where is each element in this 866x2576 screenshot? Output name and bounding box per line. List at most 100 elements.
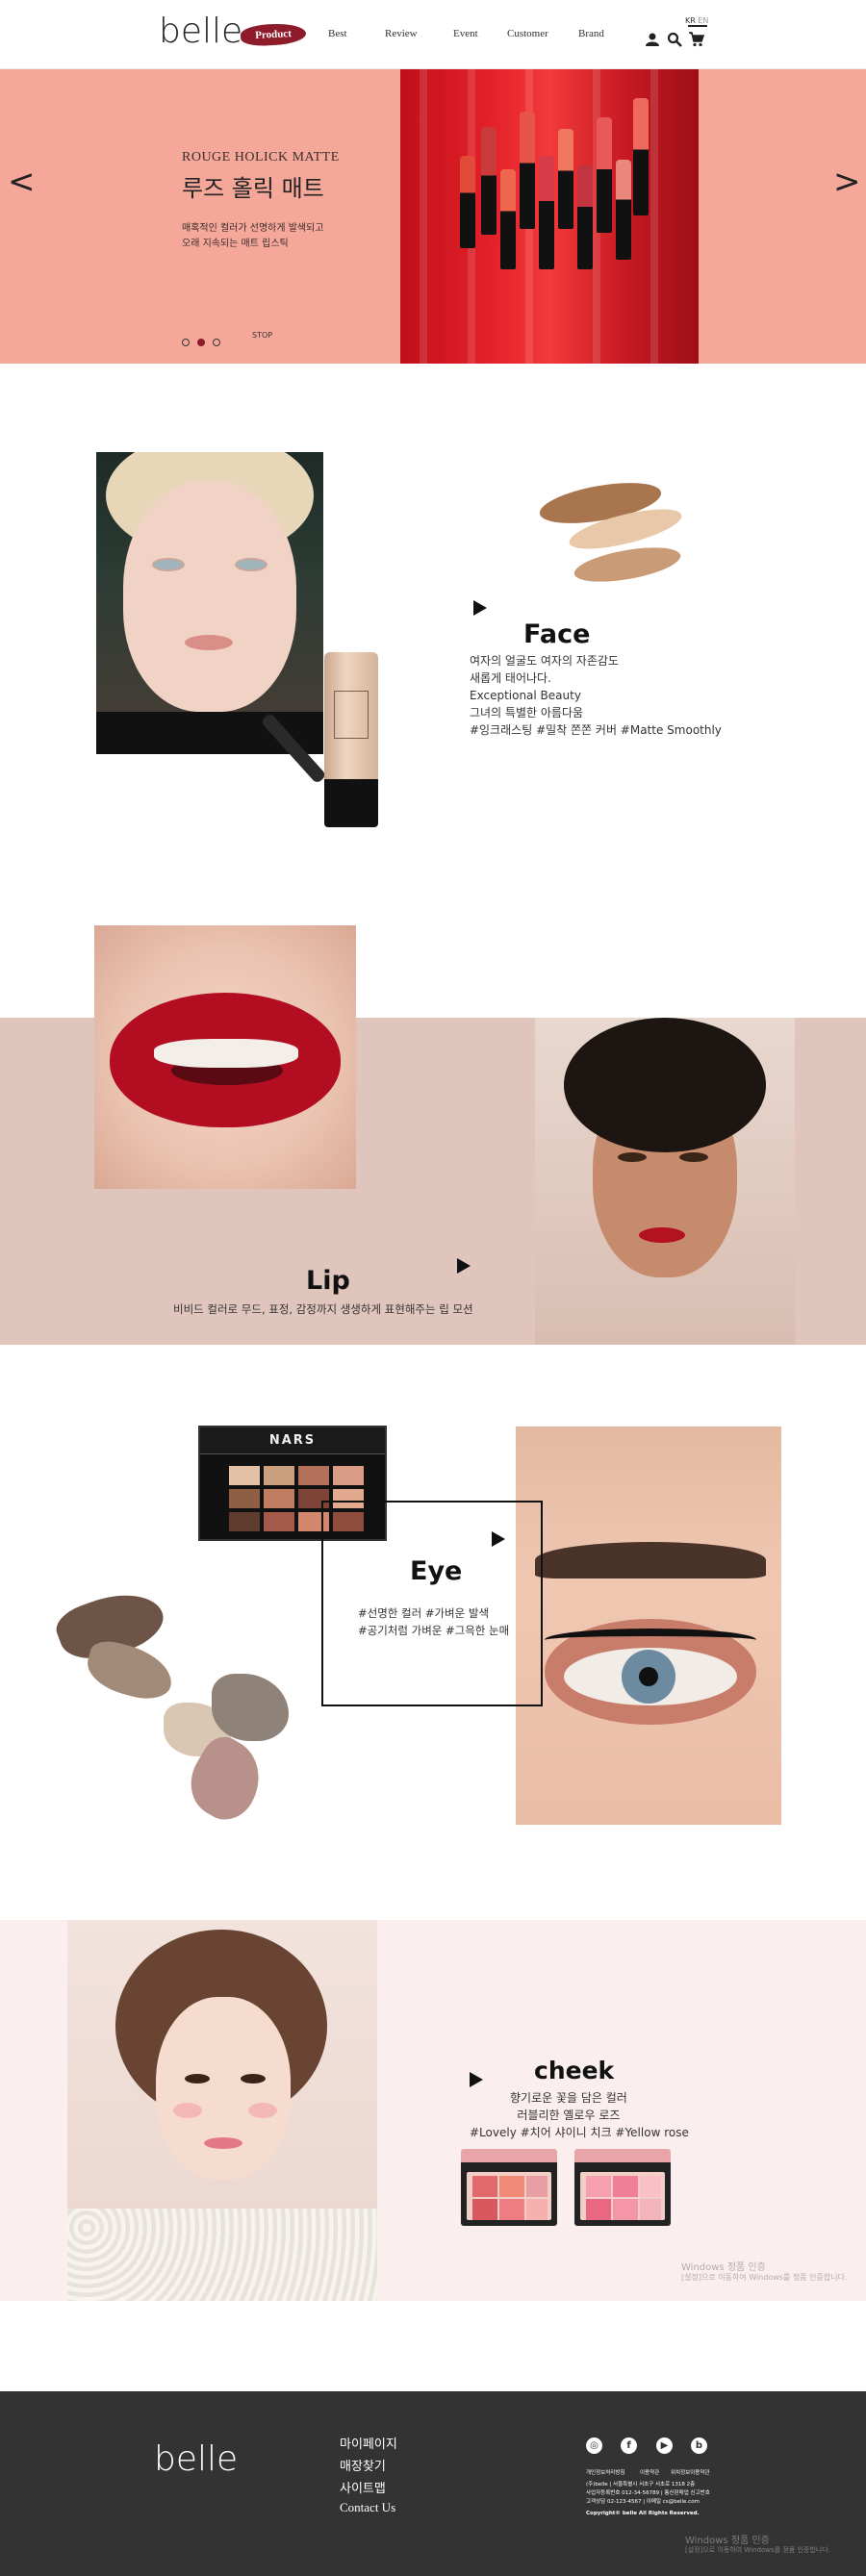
lipstick-product xyxy=(616,160,631,260)
nav-event[interactable]: Event xyxy=(453,28,478,39)
lip-description: 비비드 컬러로 무드, 표정, 감정까지 생생하게 표현해주는 립 모션 xyxy=(173,1302,473,1316)
eye-text: #선명한 컬러 #가벼운 발색 #공기처럼 가벼운 #그윽한 눈매 xyxy=(358,1604,509,1639)
blog-icon[interactable]: b xyxy=(691,2437,707,2454)
blush-pan xyxy=(640,2199,661,2220)
cheek-line-1: 향기로운 꽃을 담은 컬러 xyxy=(510,2091,627,2105)
lip-teeth xyxy=(154,1039,298,1068)
hero-lipstick-image xyxy=(400,69,699,364)
blush-palette-image xyxy=(461,2149,557,2226)
crushed-eyeshadow xyxy=(212,1674,289,1741)
nav-best[interactable]: Best xyxy=(328,28,347,39)
windows-watermark-line2: [설정]으로 이동하여 Windows를 정품 인증합니다. xyxy=(685,2546,830,2554)
footer-location-terms-link[interactable]: 위치정보이용약관 xyxy=(671,2468,709,2476)
hero-title: 루즈 홀릭 매트 xyxy=(182,175,324,202)
youtube-icon[interactable]: ▶ xyxy=(656,2437,673,2454)
search-icon[interactable] xyxy=(667,32,682,47)
palette-pan xyxy=(229,1489,260,1508)
model-eye xyxy=(185,2074,210,2084)
lipstick-product xyxy=(633,98,649,215)
footer-link-store[interactable]: 매장찾기 xyxy=(340,2456,386,2474)
lip-closeup-photo xyxy=(94,925,356,1189)
nav-customer[interactable]: Customer xyxy=(507,28,548,39)
eye-closeup-photo xyxy=(516,1427,781,1825)
palette-pan xyxy=(264,1489,294,1508)
eye-line-2: #공기처럼 가벼운 #그윽한 눈매 xyxy=(358,1624,510,1637)
blush-pan xyxy=(499,2176,524,2197)
model-lips xyxy=(639,1227,685,1243)
lang-kr[interactable]: KR xyxy=(685,16,696,25)
lip-model-photo xyxy=(535,1018,795,1345)
lipstick-product xyxy=(481,127,497,235)
hero-dot-2[interactable] xyxy=(197,339,205,346)
cheek-line-2: 러블리한 옐로우 로즈 xyxy=(517,2109,621,2122)
palette-lid xyxy=(461,2149,557,2162)
model-hair xyxy=(564,1018,766,1152)
hero-desc-line2: 오래 지속되는 매트 립스틱 xyxy=(182,239,289,249)
blush-pan xyxy=(472,2176,497,2197)
eye-play-icon[interactable] xyxy=(492,1531,505,1547)
footer-link-mypage[interactable]: 마이페이지 xyxy=(340,2434,397,2452)
footer-logo[interactable]: belle xyxy=(154,2439,238,2479)
palette-pan xyxy=(229,1512,260,1531)
face-line-2: 새롭게 태어나다. xyxy=(470,671,551,685)
footer-privacy-link[interactable]: 개인정보처리방침 xyxy=(586,2468,624,2476)
hero-dot-1[interactable] xyxy=(182,339,190,346)
blush-pan xyxy=(613,2176,638,2197)
cheek-tags: #Lovely #치어 샤이니 치크 #Yellow rose xyxy=(470,2126,689,2139)
hero-dot-3[interactable] xyxy=(213,339,220,346)
model-face xyxy=(156,1997,291,2180)
blush-pan xyxy=(499,2199,524,2220)
hero-description: 매혹적인 컬러가 선명하게 발색되고 오래 지속되는 매트 립스틱 xyxy=(182,221,413,252)
face-line-1: 여자의 얼굴도 여자의 자존감도 xyxy=(470,654,619,668)
footer: belle 마이페이지 매장찾기 사이트맵 Contact Us ◎ f ▶ b… xyxy=(0,2391,866,2576)
eye-frame xyxy=(321,1501,543,1706)
footer-contact-info: 고객상담 02-123-4567 | 이메일 cs@belle.com xyxy=(586,2499,700,2505)
nav-brand[interactable]: Brand xyxy=(578,28,604,39)
logo[interactable]: belle xyxy=(159,12,242,51)
footer-link-sitemap[interactable]: 사이트맵 xyxy=(340,2478,386,2496)
hero-next-button[interactable]: > xyxy=(833,165,861,198)
face-play-icon[interactable] xyxy=(473,600,487,616)
lipstick-product xyxy=(558,129,573,229)
eye-lashes xyxy=(545,1629,756,1652)
palette-pan xyxy=(333,1466,364,1485)
lip-play-icon[interactable] xyxy=(457,1258,471,1274)
face-line-4: 그녀의 특별한 아름다움 xyxy=(470,706,584,720)
nav-product[interactable]: Product xyxy=(240,22,307,47)
model-blush xyxy=(173,2103,202,2118)
hero-subtitle: ROUGE HOLICK MATTE xyxy=(182,150,340,164)
footer-terms-link[interactable]: 이용약관 xyxy=(640,2468,659,2476)
lipstick-product xyxy=(539,156,554,269)
hero-bg-ridge xyxy=(650,69,658,364)
user-icon[interactable] xyxy=(645,32,660,47)
header: belle Product Best Review Event Customer… xyxy=(0,0,866,69)
footer-link-contact[interactable]: Contact Us xyxy=(340,2500,395,2515)
blush-pan xyxy=(526,2176,548,2197)
face-title: Face xyxy=(523,619,591,649)
lang-en[interactable]: EN xyxy=(698,16,708,25)
hero-prev-button[interactable]: < xyxy=(8,165,36,198)
palette-pan xyxy=(264,1466,294,1485)
palette-brand: NARS xyxy=(200,1427,385,1454)
eye-line-1: #선명한 컬러 #가벼운 발색 xyxy=(358,1606,490,1620)
instagram-icon[interactable]: ◎ xyxy=(586,2437,602,2454)
blush-pan xyxy=(586,2176,611,2197)
nav-review[interactable]: Review xyxy=(385,28,418,39)
hero-stop-button[interactable]: STOP xyxy=(252,331,272,340)
model-lace-top xyxy=(67,2209,377,2301)
face-text: 여자의 얼굴도 여자의 자존감도 새롭게 태어나다. Exceptional B… xyxy=(470,652,722,739)
hero-desc-line1: 매혹적인 컬러가 선명하게 발색되고 xyxy=(182,223,324,234)
lipstick-product xyxy=(597,117,612,233)
cart-icon[interactable] xyxy=(689,32,704,47)
model-lips xyxy=(185,635,233,650)
lipstick-product xyxy=(460,156,475,248)
cheek-text: 향기로운 꽃을 담은 컬러 러블리한 옐로우 로즈 xyxy=(510,2089,627,2124)
blush-pan xyxy=(613,2199,638,2220)
eye-title: Eye xyxy=(410,1556,463,1586)
lang-underline xyxy=(688,25,707,27)
facebook-icon[interactable]: f xyxy=(621,2437,637,2454)
language-switch[interactable]: KR EN xyxy=(685,16,708,25)
face-line-5: #잉크래스팅 #밀착 쫀쫀 커버 #Matte Smoothly xyxy=(470,723,722,737)
windows-watermark-line1: Windows 정품 인증 xyxy=(681,2262,766,2273)
cheek-play-icon[interactable] xyxy=(470,2072,483,2087)
